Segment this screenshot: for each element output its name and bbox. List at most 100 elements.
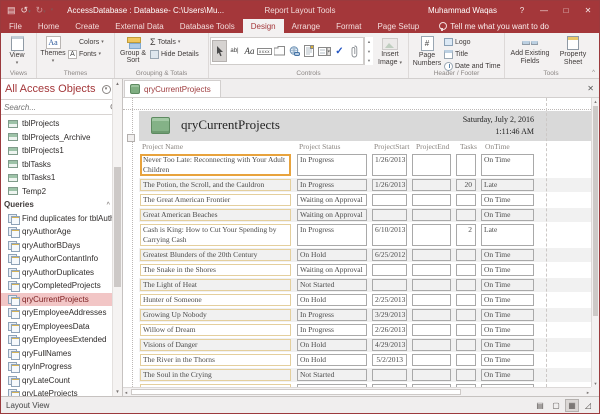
doc-scroll-up-icon[interactable]: ▲ bbox=[592, 99, 599, 104]
cell-start[interactable]: 1/26/2013 bbox=[372, 179, 407, 191]
cell-ontime[interactable]: On Time bbox=[481, 154, 534, 176]
nav-item-qryauthorage[interactable]: qryAuthorAge bbox=[1, 225, 122, 239]
nav-item-qryauthorduplicates[interactable]: qryAuthorDuplicates bbox=[1, 266, 122, 280]
nav-menu-icon[interactable]: ▾ bbox=[102, 85, 111, 94]
cell-status[interactable]: On Hold bbox=[297, 339, 367, 351]
cell-start[interactable]: 1/26/2013 bbox=[372, 154, 407, 176]
cell-start[interactable] bbox=[372, 279, 407, 291]
cell-ontime[interactable]: On Time bbox=[481, 369, 534, 381]
cell-name[interactable]: Hunter of Someone bbox=[140, 294, 291, 306]
cell-ontime[interactable]: On Time bbox=[481, 249, 534, 261]
cell-name[interactable]: Never Too Late: Reconnecting with Your A… bbox=[140, 154, 291, 176]
cell-end[interactable] bbox=[412, 279, 451, 291]
cell-ontime[interactable]: On Time bbox=[481, 354, 534, 366]
report-datetime[interactable]: Saturday, July 2, 2016 1:11:46 AM bbox=[463, 114, 534, 138]
cell-status[interactable]: Waiting on Approval bbox=[297, 264, 367, 276]
maximize-button[interactable]: □ bbox=[555, 1, 577, 19]
cell-tasks[interactable] bbox=[456, 354, 476, 366]
title-button[interactable]: Title bbox=[444, 49, 501, 59]
tell-me-box[interactable]: Tell me what you want to do bbox=[439, 19, 549, 33]
nav-scroll-down-icon[interactable]: ▼ bbox=[115, 389, 119, 394]
cell-status[interactable]: On Hold bbox=[297, 354, 367, 366]
nav-scroll-thumb[interactable] bbox=[114, 167, 121, 287]
cell-ontime[interactable]: On Time bbox=[481, 194, 534, 206]
cell-status[interactable]: Waiting on Approval bbox=[297, 194, 367, 206]
cell-tasks[interactable] bbox=[456, 264, 476, 276]
column-header-projectstart[interactable]: ProjectStart bbox=[374, 142, 409, 151]
cell-tasks[interactable] bbox=[456, 309, 476, 321]
insert-image-button[interactable]: Insert Image ▾ bbox=[373, 37, 407, 67]
cell-ontime[interactable]: On Time bbox=[481, 309, 534, 321]
report-title[interactable]: qryCurrentProjects bbox=[181, 117, 280, 133]
signed-in-user[interactable]: Muhammad Waqas bbox=[428, 6, 497, 15]
cell-start[interactable]: 6/25/2012 bbox=[372, 249, 407, 261]
help-button[interactable]: ? bbox=[511, 1, 533, 19]
cell-name[interactable]: Greatest Blunders of the 20th Century bbox=[140, 249, 291, 261]
cell-name[interactable]: The Snake in the Shores bbox=[140, 264, 291, 276]
cell-end[interactable] bbox=[412, 224, 451, 246]
cell-status[interactable]: In Progress bbox=[297, 324, 367, 336]
cell-name[interactable]: Willow of Dream bbox=[140, 324, 291, 336]
textbox-control-icon[interactable]: ab| bbox=[227, 40, 242, 62]
cell-tasks[interactable] bbox=[456, 209, 476, 221]
cell-name[interactable]: The Potion, the Scroll, and the Cauldron bbox=[140, 179, 291, 191]
column-header-tasks[interactable]: Tasks bbox=[460, 142, 477, 151]
themes-button[interactable]: Aa Themes▾ bbox=[38, 35, 68, 65]
nav-scrollbar[interactable]: ▲ ▼ bbox=[112, 79, 122, 396]
cell-name[interactable]: The River in the Thorns bbox=[140, 354, 291, 366]
cell-start[interactable]: 6/10/2013 bbox=[372, 224, 407, 246]
cell-status[interactable]: Not Started bbox=[297, 369, 367, 381]
cell-end[interactable] bbox=[412, 209, 451, 221]
design-view-button[interactable]: ◿ bbox=[581, 399, 595, 412]
report-date[interactable]: Saturday, July 2, 2016 bbox=[463, 114, 534, 126]
cell-tasks[interactable] bbox=[456, 324, 476, 336]
hide-details-button[interactable]: Hide Details bbox=[150, 49, 199, 59]
close-document-icon[interactable]: ✕ bbox=[587, 84, 594, 93]
customize-qat-icon[interactable]: ▾ bbox=[51, 7, 54, 13]
nav-item-tblprojects-archive[interactable]: tblProjects_Archive bbox=[1, 131, 122, 145]
add-existing-fields-button[interactable]: Add Existing Fields bbox=[506, 35, 554, 65]
nav-item-find-duplicates-for-tblauthors[interactable]: Find duplicates for tblAuthors bbox=[1, 212, 122, 226]
checkbox-control-icon[interactable]: ✓ bbox=[332, 40, 347, 62]
nav-item-qrycompletedprojects[interactable]: qryCompletedProjects bbox=[1, 279, 122, 293]
print-preview-button[interactable]: ▢ bbox=[549, 399, 563, 412]
cell-ontime[interactable]: On Time bbox=[481, 339, 534, 351]
nav-item-qryauthorcontantinfo[interactable]: qryAuthorContantInfo bbox=[1, 252, 122, 266]
cell-name[interactable]: Growing Up Nobody bbox=[140, 309, 291, 321]
cell-status[interactable]: On Hold bbox=[297, 249, 367, 261]
document-vscrollbar[interactable]: ▲ ▼ bbox=[591, 98, 599, 387]
cell-status[interactable]: In Progress bbox=[297, 224, 367, 246]
colors-button[interactable]: Colors▾ bbox=[68, 37, 104, 47]
gallery-down-icon[interactable]: ▼ bbox=[367, 49, 371, 54]
cell-start[interactable] bbox=[372, 369, 407, 381]
combobox-control-icon[interactable] bbox=[317, 40, 332, 62]
select-pointer-icon[interactable] bbox=[212, 40, 227, 62]
ribbon-tab-design[interactable]: Design bbox=[243, 19, 284, 33]
redo-icon[interactable]: ↻▾ bbox=[36, 5, 46, 16]
cell-tasks[interactable] bbox=[456, 369, 476, 381]
ribbon-tab-external-data[interactable]: External Data bbox=[107, 19, 171, 33]
nav-pane-title[interactable]: All Access Objects ▾ « bbox=[1, 79, 122, 99]
section-collapse-icon[interactable]: ^ bbox=[106, 202, 110, 208]
gallery-more-icon[interactable]: ▼ bbox=[367, 58, 371, 63]
nav-item-qrycurrentprojects[interactable]: qryCurrentProjects bbox=[1, 293, 122, 307]
cell-ontime[interactable]: On Time bbox=[481, 324, 534, 336]
ribbon-tab-database-tools[interactable]: Database Tools bbox=[172, 19, 243, 33]
column-header-ontime[interactable]: OnTime bbox=[485, 142, 510, 151]
label-control-icon[interactable]: Aa bbox=[242, 40, 257, 62]
cell-tasks[interactable]: 20 bbox=[456, 179, 476, 191]
minimize-button[interactable]: — bbox=[533, 1, 555, 19]
cell-start[interactable] bbox=[372, 194, 407, 206]
nav-item-qryemployeesdata[interactable]: qryEmployeesData bbox=[1, 320, 122, 334]
cell-tasks[interactable]: 2 bbox=[456, 224, 476, 246]
cell-ontime[interactable]: On Time bbox=[481, 209, 534, 221]
close-button[interactable]: ✕ bbox=[577, 1, 599, 19]
cell-status[interactable]: On Hold bbox=[297, 294, 367, 306]
cell-name[interactable]: Great American Beaches bbox=[140, 209, 291, 221]
cell-ontime[interactable]: Late bbox=[481, 179, 534, 191]
cell-name[interactable]: The Light of Heat bbox=[140, 279, 291, 291]
cell-status[interactable]: In Progress bbox=[297, 179, 367, 191]
report-logo-icon[interactable] bbox=[151, 117, 170, 134]
logo-button[interactable]: Logo bbox=[444, 37, 501, 47]
column-header-projectend[interactable]: ProjectEnd bbox=[416, 142, 449, 151]
